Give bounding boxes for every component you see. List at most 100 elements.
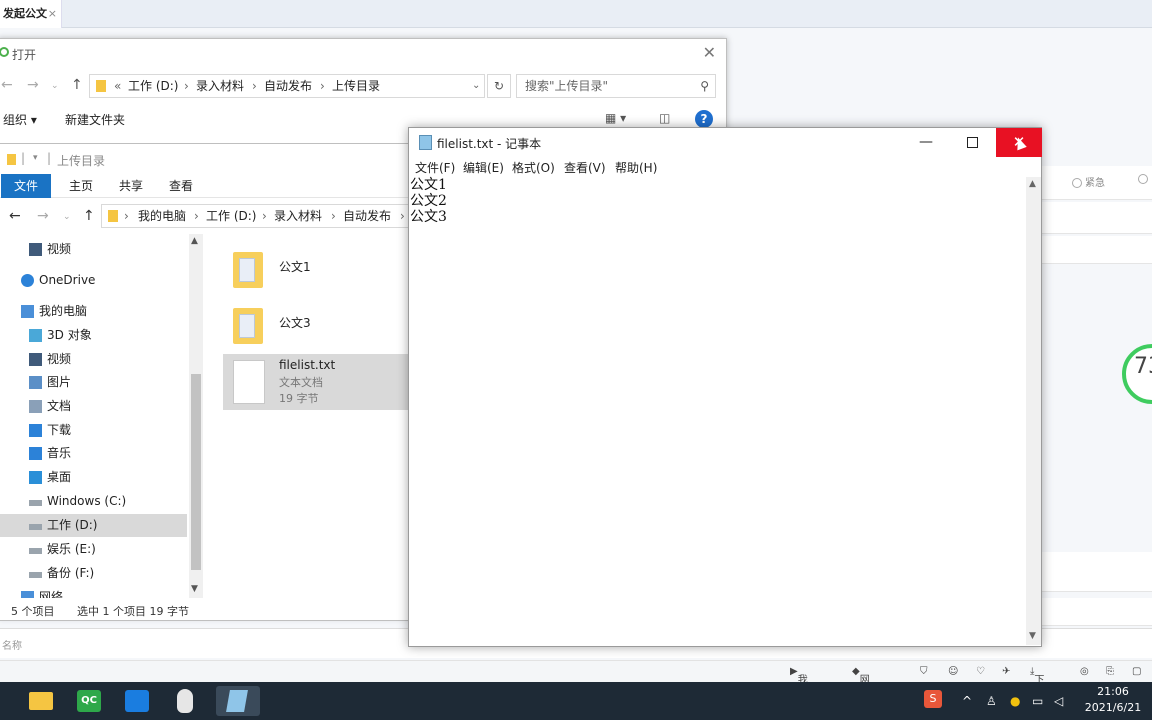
menu-file[interactable]: 文件(F) <box>415 159 455 176</box>
desktop-icon <box>29 471 42 484</box>
scroll-up-icon[interactable]: ▲ <box>191 236 198 246</box>
battery-icon[interactable]: ▭ <box>1032 694 1043 708</box>
input-method-icon[interactable]: S <box>924 690 942 708</box>
tree-item[interactable]: Windows (C:) <box>0 490 187 513</box>
screenshot-icon[interactable]: ⎘ <box>1106 666 1114 677</box>
tree-item[interactable]: 工作 (D:) <box>0 514 187 537</box>
menu-help[interactable]: 帮助(H) <box>615 159 657 176</box>
chevron-down-icon[interactable]: ⌄ <box>51 81 59 91</box>
taskbar-app[interactable] <box>170 686 200 716</box>
address-overflow[interactable]: « <box>114 75 121 97</box>
radio-other[interactable] <box>1138 174 1151 185</box>
file-item-folder[interactable]: 公文3 <box>223 298 409 354</box>
dialog-address-bar[interactable]: « 工作 (D:) › 录入材料 › 自动发布 › 上传目录 ⌄ <box>89 74 485 98</box>
my-video-link[interactable]: ▶ 我的视频 <box>790 666 808 716</box>
tree-item-label: 桌面 <box>47 470 72 484</box>
back-icon[interactable]: ← <box>9 208 21 224</box>
tree-item[interactable]: 下载 <box>0 419 187 442</box>
organize-button[interactable]: 组织 ▾ <box>3 111 37 128</box>
dialog-close-button[interactable]: ✕ <box>703 43 716 62</box>
notepad-menubar: 文件(F) 编辑(E) 格式(O) 查看(V) 帮助(H) <box>409 157 1041 177</box>
tab-view[interactable]: 查看 <box>161 174 201 198</box>
download-link[interactable]: ⤓ 下载 <box>1030 666 1044 701</box>
breadcrumb-my-computer[interactable]: 我的电脑 <box>138 205 186 227</box>
breadcrumb-input-materials[interactable]: 录入材料 <box>274 205 322 227</box>
emoji-icon[interactable]: ☺ <box>948 666 958 677</box>
tree-item[interactable]: 我的电脑 <box>0 300 187 323</box>
notepad-scrollbar[interactable]: ▲ ▼ <box>1026 177 1041 645</box>
mute-icon[interactable]: ◎ <box>1080 666 1089 677</box>
minimize-button[interactable]: — <box>903 130 949 156</box>
shield-icon[interactable]: ⛉ <box>920 666 928 677</box>
menu-format[interactable]: 格式(O) <box>512 159 555 176</box>
preview-pane-icon[interactable]: ◫ <box>659 111 670 125</box>
up-icon[interactable]: ↑ <box>83 208 95 224</box>
browser-tab[interactable]: 发起公文 × <box>0 0 62 28</box>
back-icon[interactable]: ← <box>1 77 13 93</box>
tray-security-icon[interactable]: ● <box>1010 694 1020 708</box>
notepad-text-area[interactable]: 公文1 公文2 公文3 <box>410 177 1026 645</box>
forward-icon[interactable]: → <box>37 208 49 224</box>
chevron-up-icon[interactable]: ^ <box>962 694 972 708</box>
radio-urgent[interactable]: 紧急 <box>1072 174 1105 189</box>
chevron-down-icon[interactable]: ⌄ <box>472 75 480 97</box>
tray-penguin-icon[interactable]: ♙ <box>986 694 997 708</box>
file-item-txt[interactable]: filelist.txt 文本文档 19 字节 <box>223 354 409 410</box>
tree-item[interactable]: 视频 <box>0 348 187 371</box>
breadcrumb-upload-dir[interactable]: 上传目录 <box>332 75 380 97</box>
view-options-icon[interactable]: ▦ ▾ <box>605 111 626 125</box>
tree-scrollbar[interactable]: ▲ ▼ <box>189 234 203 598</box>
window-icon[interactable]: ▢ <box>1132 666 1141 677</box>
file-type: 文本文档 <box>279 376 323 389</box>
refresh-button[interactable]: ↻ <box>487 74 511 98</box>
heart-icon[interactable]: ♡ <box>976 666 985 677</box>
tree-item[interactable]: 桌面 <box>0 466 187 489</box>
quick-access-dropdown-icon[interactable]: ▾ <box>33 153 38 163</box>
chevron-down-icon[interactable]: ⌄ <box>63 212 71 222</box>
tree-item[interactable]: 视频 <box>0 238 187 261</box>
up-icon[interactable]: ↑ <box>71 77 83 93</box>
tab-share[interactable]: 共享 <box>111 174 151 198</box>
item-count: 5 个项目 <box>11 605 55 618</box>
taskbar-clock[interactable]: 21:06 2021/6/21 <box>1076 684 1150 716</box>
explorer-address-bar[interactable]: › 我的电脑 › 工作 (D:) › 录入材料 › 自动发布 › <box>101 204 421 228</box>
maximize-button[interactable] <box>949 130 995 156</box>
tab-home[interactable]: 主页 <box>61 174 101 198</box>
taskbar-app[interactable]: QC <box>74 686 104 716</box>
menu-edit[interactable]: 编辑(E) <box>463 159 504 176</box>
tree-item[interactable]: 音乐 <box>0 442 187 465</box>
breadcrumb-auto-publish[interactable]: 自动发布 <box>343 205 391 227</box>
video-icon <box>29 243 42 256</box>
scroll-thumb[interactable] <box>191 374 201 570</box>
scroll-up-icon[interactable]: ▲ <box>1029 179 1036 189</box>
taskbar-app[interactable] <box>122 686 152 716</box>
tree-item[interactable]: 3D 对象 <box>0 324 187 347</box>
pin-icon[interactable]: ✈ <box>1002 666 1010 677</box>
tree-item[interactable]: 网络 <box>0 586 187 598</box>
file-item-folder[interactable]: 公文1 <box>223 242 409 298</box>
tree-item[interactable]: 文档 <box>0 395 187 418</box>
taskbar-app-active[interactable] <box>216 686 260 716</box>
help-button[interactable]: ? <box>695 110 713 128</box>
site-credit-link[interactable]: ◆ 网站信用 <box>852 666 870 716</box>
tab-file[interactable]: 文件 <box>1 174 51 198</box>
forward-icon[interactable]: → <box>27 77 39 93</box>
tree-item[interactable]: 备份 (F:) <box>0 562 187 585</box>
new-folder-button[interactable]: 新建文件夹 <box>65 111 125 128</box>
breadcrumb-input-materials[interactable]: 录入材料 <box>196 75 244 97</box>
breadcrumb-drive-d[interactable]: 工作 (D:) <box>206 205 256 227</box>
close-icon[interactable]: × <box>48 0 57 28</box>
tree-item[interactable]: 娱乐 (E:) <box>0 538 187 561</box>
tree-item[interactable]: 图片 <box>0 371 187 394</box>
scroll-down-icon[interactable]: ▼ <box>1029 631 1036 641</box>
tree-item[interactable]: OneDrive <box>0 269 187 292</box>
volume-icon[interactable]: ◁ <box>1054 694 1063 708</box>
dialog-search-input[interactable]: 搜索"上传目录" ⚲ <box>516 74 716 98</box>
taskbar-app[interactable] <box>26 686 56 716</box>
breadcrumb-drive-d[interactable]: 工作 (D:) <box>128 75 178 97</box>
start-button[interactable] <box>0 686 12 716</box>
menu-view[interactable]: 查看(V) <box>564 159 606 176</box>
document-icon <box>29 400 42 413</box>
scroll-down-icon[interactable]: ▼ <box>191 584 198 594</box>
breadcrumb-auto-publish[interactable]: 自动发布 <box>264 75 312 97</box>
